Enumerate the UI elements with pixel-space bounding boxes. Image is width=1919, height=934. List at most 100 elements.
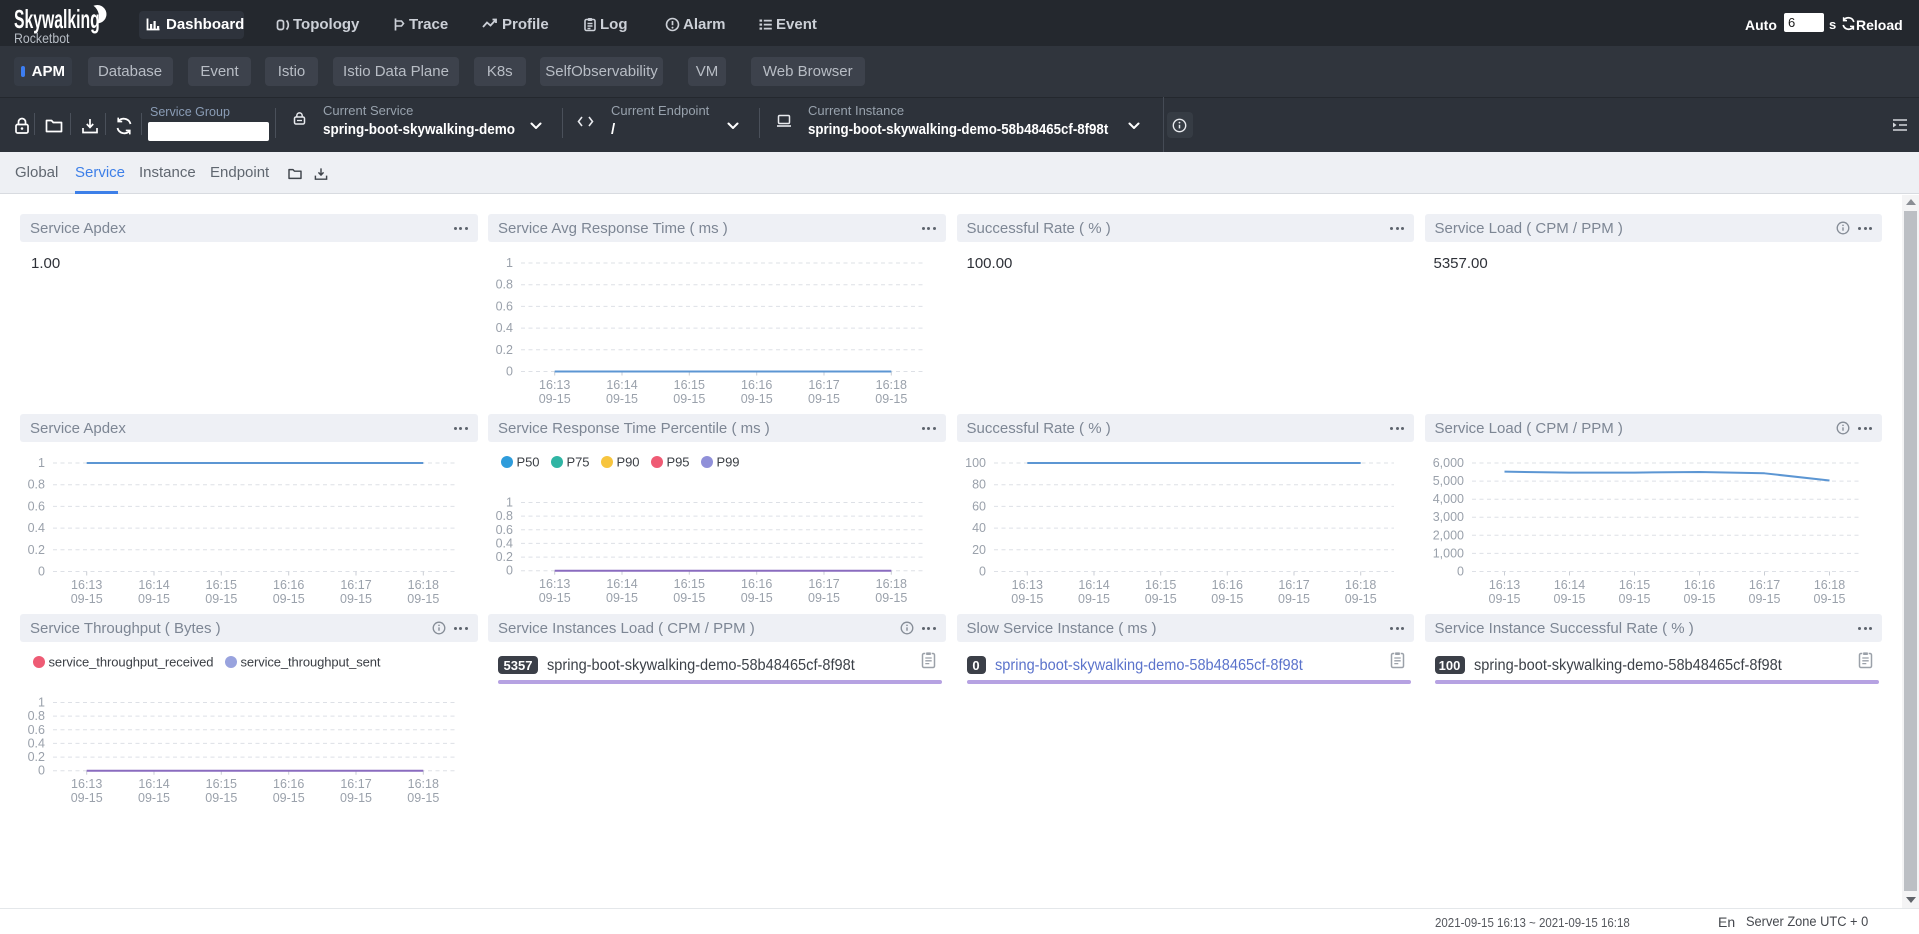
svg-text:16:13: 16:13 xyxy=(1011,578,1042,592)
svg-text:P75: P75 xyxy=(567,455,590,470)
svg-text:3,000: 3,000 xyxy=(1432,510,1463,524)
svg-text:16:15: 16:15 xyxy=(206,578,237,592)
svg-text:09-15: 09-15 xyxy=(205,592,237,604)
svg-text:09-15: 09-15 xyxy=(673,392,705,404)
svg-text:P99: P99 xyxy=(717,455,740,470)
svg-text:16:17: 16:17 xyxy=(1748,578,1779,592)
svg-text:09-15: 09-15 xyxy=(741,591,773,604)
svg-text:5,000: 5,000 xyxy=(1432,474,1463,488)
svg-text:0.2: 0.2 xyxy=(496,343,513,357)
svg-text:1: 1 xyxy=(506,496,513,510)
svg-text:09-15: 09-15 xyxy=(1078,592,1110,604)
svg-text:09-15: 09-15 xyxy=(808,591,840,604)
svg-text:0.2: 0.2 xyxy=(28,750,45,764)
svg-text:16:15: 16:15 xyxy=(1618,578,1649,592)
svg-text:09-15: 09-15 xyxy=(1278,592,1310,604)
svg-text:09-15: 09-15 xyxy=(1344,592,1376,604)
svg-text:0.8: 0.8 xyxy=(496,509,513,523)
svg-text:09-15: 09-15 xyxy=(138,791,170,804)
svg-text:16:14: 16:14 xyxy=(606,577,637,591)
svg-text:16:15: 16:15 xyxy=(1145,578,1176,592)
svg-text:16:14: 16:14 xyxy=(138,578,169,592)
svg-text:16:15: 16:15 xyxy=(206,777,237,791)
svg-text:4,000: 4,000 xyxy=(1432,492,1463,506)
svg-text:16:13: 16:13 xyxy=(539,378,570,392)
svg-text:16:17: 16:17 xyxy=(808,378,839,392)
svg-text:0.4: 0.4 xyxy=(496,536,513,550)
svg-text:09-15: 09-15 xyxy=(808,392,840,404)
svg-text:09-15: 09-15 xyxy=(71,791,103,804)
svg-text:60: 60 xyxy=(972,499,986,513)
svg-text:09-15: 09-15 xyxy=(606,591,638,604)
svg-text:16:13: 16:13 xyxy=(71,578,102,592)
svg-text:0: 0 xyxy=(506,564,513,578)
svg-text:0.6: 0.6 xyxy=(496,523,513,537)
svg-text:0: 0 xyxy=(979,565,986,579)
svg-text:16:13: 16:13 xyxy=(1488,578,1519,592)
svg-text:16:16: 16:16 xyxy=(1683,578,1714,592)
svg-text:16:18: 16:18 xyxy=(408,578,439,592)
svg-text:0: 0 xyxy=(506,365,513,379)
svg-text:09-15: 09-15 xyxy=(407,592,439,604)
svg-text:P90: P90 xyxy=(617,455,640,470)
svg-text:16:13: 16:13 xyxy=(71,777,102,791)
svg-text:09-15: 09-15 xyxy=(71,592,103,604)
svg-text:P50: P50 xyxy=(517,455,540,470)
svg-text:09-15: 09-15 xyxy=(673,591,705,604)
svg-text:80: 80 xyxy=(972,478,986,492)
svg-text:0.2: 0.2 xyxy=(496,550,513,564)
svg-text:0.8: 0.8 xyxy=(496,278,513,292)
svg-text:09-15: 09-15 xyxy=(340,791,372,804)
svg-text:09-15: 09-15 xyxy=(407,791,439,804)
svg-text:P95: P95 xyxy=(667,455,690,470)
svg-text:16:18: 16:18 xyxy=(876,378,907,392)
svg-text:40: 40 xyxy=(972,521,986,535)
svg-text:09-15: 09-15 xyxy=(1211,592,1243,604)
svg-text:09-15: 09-15 xyxy=(875,392,907,404)
svg-text:1,000: 1,000 xyxy=(1432,546,1463,560)
svg-text:09-15: 09-15 xyxy=(273,592,305,604)
svg-text:09-15: 09-15 xyxy=(539,591,571,604)
svg-text:0: 0 xyxy=(38,565,45,579)
svg-text:0: 0 xyxy=(38,764,45,778)
svg-text:09-15: 09-15 xyxy=(1011,592,1043,604)
svg-text:0.6: 0.6 xyxy=(28,723,45,737)
svg-text:09-15: 09-15 xyxy=(1553,592,1585,604)
svg-text:16:14: 16:14 xyxy=(138,777,169,791)
svg-text:09-15: 09-15 xyxy=(138,592,170,604)
svg-text:16:16: 16:16 xyxy=(741,577,772,591)
svg-text:16:14: 16:14 xyxy=(1078,578,1109,592)
svg-text:09-15: 09-15 xyxy=(205,791,237,804)
svg-text:6,000: 6,000 xyxy=(1432,456,1463,470)
svg-text:09-15: 09-15 xyxy=(1748,592,1780,604)
svg-text:16:16: 16:16 xyxy=(273,578,304,592)
svg-text:16:15: 16:15 xyxy=(674,378,705,392)
svg-text:16:17: 16:17 xyxy=(340,578,371,592)
svg-text:16:17: 16:17 xyxy=(340,777,371,791)
svg-text:0.8: 0.8 xyxy=(28,478,45,492)
svg-text:16:16: 16:16 xyxy=(741,378,772,392)
svg-text:16:18: 16:18 xyxy=(876,577,907,591)
svg-text:09-15: 09-15 xyxy=(1813,592,1845,604)
svg-text:16:18: 16:18 xyxy=(1813,578,1844,592)
svg-text:service_throughput_received: service_throughput_received xyxy=(49,655,214,670)
svg-text:2,000: 2,000 xyxy=(1432,528,1463,542)
svg-text:0: 0 xyxy=(1457,565,1464,579)
svg-text:16:13: 16:13 xyxy=(539,577,570,591)
svg-text:0.8: 0.8 xyxy=(28,709,45,723)
svg-text:0.4: 0.4 xyxy=(28,736,45,750)
svg-text:0.4: 0.4 xyxy=(28,521,45,535)
svg-text:16:15: 16:15 xyxy=(674,577,705,591)
svg-text:09-15: 09-15 xyxy=(273,791,305,804)
svg-text:09-15: 09-15 xyxy=(1683,592,1715,604)
svg-text:1: 1 xyxy=(38,456,45,470)
svg-text:1: 1 xyxy=(38,696,45,710)
svg-text:0.4: 0.4 xyxy=(496,321,513,335)
svg-text:09-15: 09-15 xyxy=(606,392,638,404)
svg-text:16:17: 16:17 xyxy=(808,577,839,591)
svg-text:09-15: 09-15 xyxy=(875,591,907,604)
svg-text:16:17: 16:17 xyxy=(1278,578,1309,592)
svg-text:09-15: 09-15 xyxy=(1144,592,1176,604)
svg-text:09-15: 09-15 xyxy=(741,392,773,404)
svg-text:1: 1 xyxy=(506,256,513,270)
